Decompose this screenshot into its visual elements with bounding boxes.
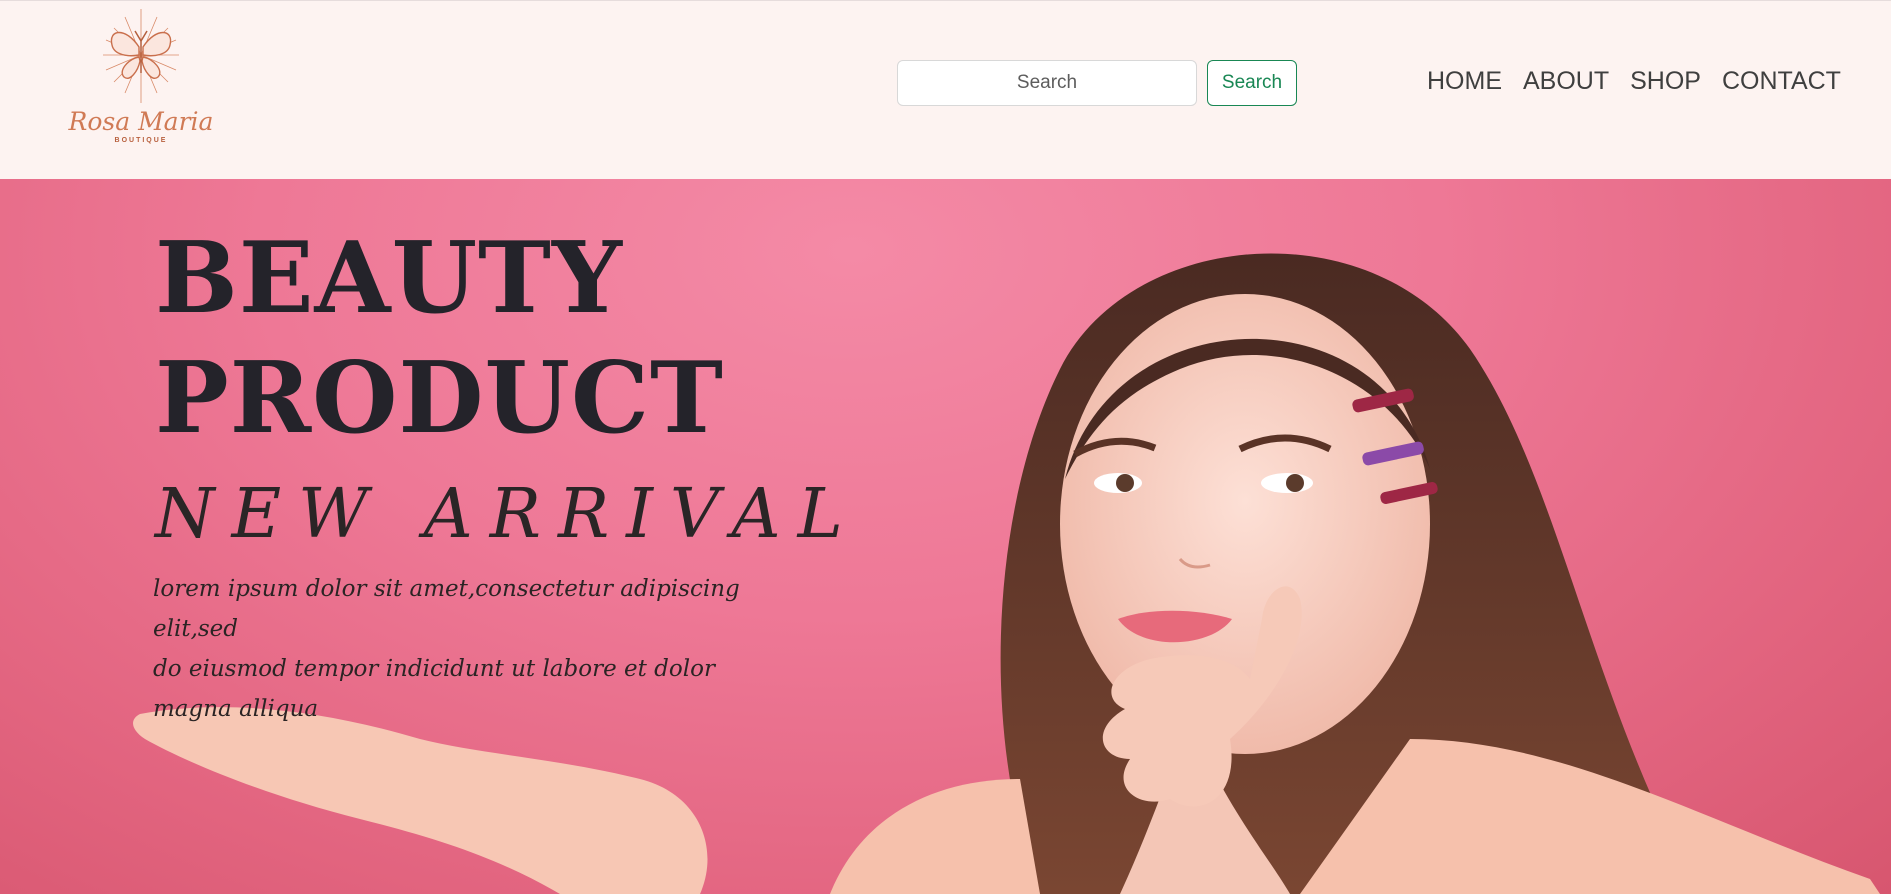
search-button[interactable]: Search	[1207, 60, 1297, 106]
butterfly-icon	[103, 9, 179, 103]
hero-title-line1: BEAUTY	[155, 221, 623, 336]
nav-contact[interactable]: CONTACT	[1722, 67, 1841, 96]
nav-home[interactable]: HOME	[1427, 67, 1502, 96]
search-input[interactable]	[897, 60, 1197, 106]
brand-logo[interactable]: Rosa Maria BOUTIQUE	[58, 7, 224, 151]
hero-text-line2: do eiusmod tempor indicidunt ut labore e…	[153, 656, 715, 722]
brand-tagline: BOUTIQUE	[114, 137, 168, 144]
brand-name: Rosa Maria	[68, 107, 214, 136]
site-header: Rosa Maria BOUTIQUE Search HOME ABOUT SH…	[0, 0, 1891, 179]
hero-subtitle: NEW ARRIVAL	[155, 475, 860, 554]
hero-description: lorem ipsum dolor sit amet,consectetur a…	[153, 569, 793, 729]
hero-title: BEAUTY PRODUCT	[155, 219, 724, 459]
nav-shop[interactable]: SHOP	[1630, 67, 1701, 96]
nav-about[interactable]: ABOUT	[1523, 67, 1609, 96]
hero-banner: BEAUTY PRODUCT NEW ARRIVAL lorem ipsum d…	[0, 179, 1891, 894]
main-nav: HOME ABOUT SHOP CONTACT	[1427, 67, 1841, 96]
hero-text-line1: lorem ipsum dolor sit amet,consectetur a…	[153, 576, 740, 642]
hero-title-line2: PRODUCT	[155, 341, 724, 456]
